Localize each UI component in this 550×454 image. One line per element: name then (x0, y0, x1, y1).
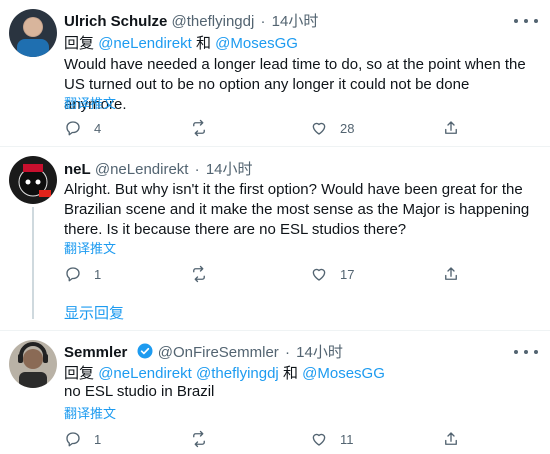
tweet-nel[interactable]: neL @neLendirekt · 14小时 Alright. But why… (0, 147, 550, 327)
tweet-text: Would have needed a longer lead time to … (64, 56, 526, 113)
reply-button[interactable]: 1 (64, 429, 101, 449)
tweet-header: Ulrich Schulze @theflyingdj · 14小时 (64, 10, 318, 31)
mention-link[interactable]: @MosesGG (302, 365, 385, 382)
retweet-button[interactable] (190, 118, 220, 138)
timestamp[interactable]: 14小时 (296, 344, 343, 361)
reply-prefix: 回复 (64, 365, 95, 382)
translate-link[interactable]: 翻译推文 (64, 238, 116, 257)
user-name[interactable]: neL (64, 161, 91, 178)
avatar-image (9, 9, 57, 57)
tweet-ulrich[interactable]: Ulrich Schulze @theflyingdj · 14小时 回复 @n… (0, 0, 550, 146)
and-text: 和 (195, 35, 211, 52)
user-handle[interactable]: @theflyingdj (172, 13, 255, 30)
tweet-actions: 1 11 (64, 429, 484, 449)
user-handle[interactable]: @OnFireSemmler (158, 344, 279, 361)
mention-link[interactable]: @MosesGG (215, 35, 298, 52)
like-icon (312, 122, 326, 135)
reply-icon (66, 432, 80, 447)
retweet-icon (193, 119, 205, 137)
separator-dot: · (194, 161, 200, 178)
mention-link[interactable]: @neLendirekt (98, 35, 192, 52)
separator-dot: · (284, 344, 290, 361)
avatar[interactable] (9, 340, 57, 388)
like-count: 17 (340, 266, 355, 282)
reply-count: 4 (94, 120, 102, 136)
like-icon (312, 268, 326, 281)
avatar-image (9, 340, 57, 388)
thread-line (32, 207, 34, 319)
more-icon[interactable] (514, 14, 538, 28)
share-icon (445, 267, 457, 280)
translate-link[interactable]: 翻译推文 (64, 93, 116, 112)
retweet-icon (193, 430, 205, 448)
like-button[interactable]: 11 (310, 429, 354, 449)
share-icon (445, 121, 457, 134)
avatar-image (9, 156, 57, 204)
share-icon (445, 432, 457, 445)
reply-icon (66, 267, 80, 282)
like-count: 11 (340, 431, 354, 447)
tweet-text: Alright. But why isn't it the first opti… (64, 181, 530, 238)
reply-icon (66, 121, 80, 136)
reply-button[interactable]: 4 (64, 118, 101, 138)
show-replies-link[interactable]: 显示回复 (64, 302, 124, 323)
timestamp[interactable]: 14小时 (272, 13, 319, 30)
like-button[interactable]: 28 (310, 118, 354, 138)
separator-dot: · (260, 13, 266, 30)
like-count: 28 (340, 120, 355, 136)
and-text: 和 (282, 365, 298, 382)
translate-link[interactable]: 翻译推文 (64, 403, 116, 422)
tweet-header: Semmler @OnFireSemmler · 14小时 (64, 341, 343, 362)
verified-icon (137, 343, 153, 359)
retweet-button[interactable] (190, 264, 220, 284)
user-handle[interactable]: @neLendirekt (95, 161, 189, 178)
avatar[interactable] (9, 9, 57, 57)
timestamp[interactable]: 14小时 (206, 161, 253, 178)
replying-to: 回复 @neLendirekt @theflyingdj 和 @MosesGG (64, 362, 385, 383)
share-button[interactable] (442, 118, 460, 138)
reply-button[interactable]: 1 (64, 264, 101, 284)
tweet-actions: 4 28 (64, 118, 484, 138)
tweet-header: neL @neLendirekt · 14小时 (64, 158, 253, 179)
mention-link[interactable]: @theflyingdj (196, 365, 279, 382)
like-button[interactable]: 17 (310, 264, 354, 284)
mention-link[interactable]: @neLendirekt (98, 365, 192, 382)
share-button[interactable] (442, 429, 460, 449)
user-name[interactable]: Semmler (64, 344, 127, 361)
replying-to: 回复 @neLendirekt 和 @MosesGG (64, 32, 298, 53)
user-name[interactable]: Ulrich Schulze (64, 13, 167, 30)
tweet-semmler[interactable]: Semmler @OnFireSemmler · 14小时 回复 @neLend… (0, 331, 550, 454)
reply-count: 1 (94, 431, 102, 447)
reply-count: 1 (94, 266, 102, 282)
like-icon (312, 433, 326, 446)
avatar[interactable] (9, 156, 57, 204)
more-icon[interactable] (514, 345, 538, 359)
tweet-text: no ESL studio in Brazil (64, 383, 215, 400)
tweet-actions: 1 17 (64, 264, 484, 284)
share-button[interactable] (442, 264, 460, 284)
retweet-icon (193, 265, 205, 283)
reply-prefix: 回复 (64, 35, 95, 52)
retweet-button[interactable] (190, 429, 220, 449)
